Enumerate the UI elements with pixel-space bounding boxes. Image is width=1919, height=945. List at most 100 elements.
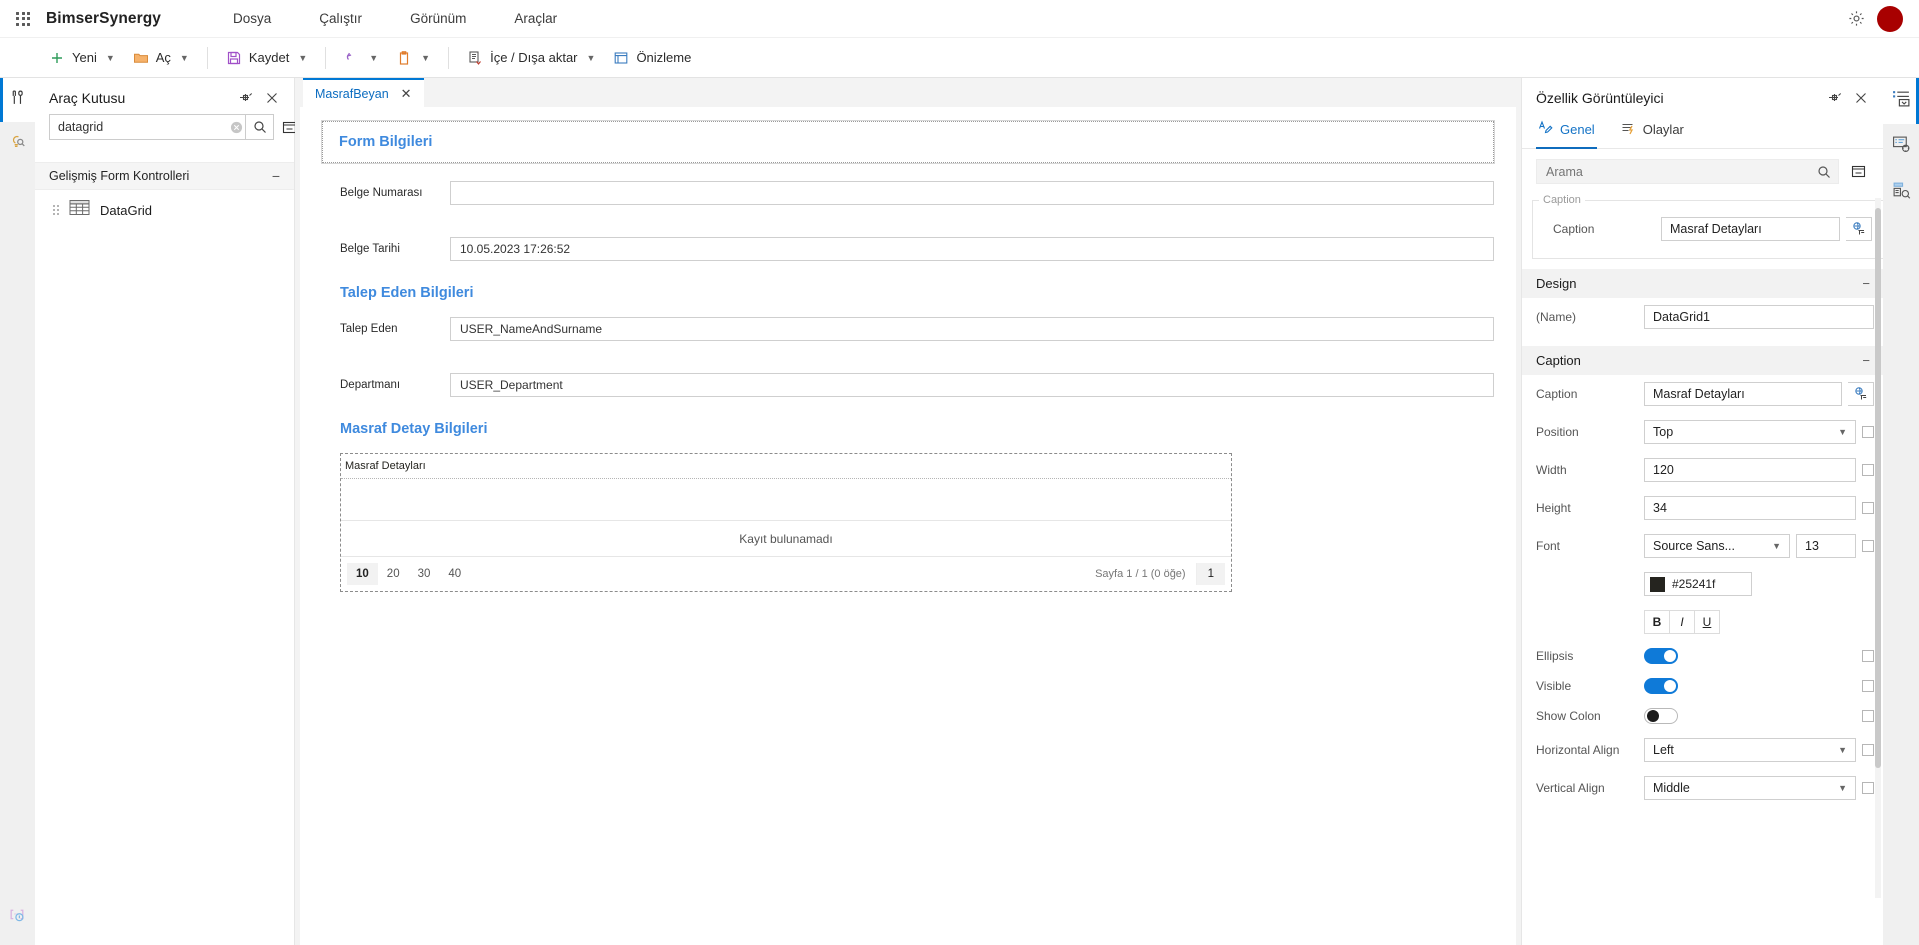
- page-size-10[interactable]: 10: [347, 563, 378, 585]
- font-color-picker[interactable]: #25241f: [1644, 572, 1752, 596]
- close-icon[interactable]: [264, 90, 280, 106]
- pin-icon[interactable]: [238, 90, 254, 106]
- close-icon[interactable]: [1853, 90, 1869, 106]
- bold-button[interactable]: B: [1644, 610, 1670, 634]
- rail-item-form-outline[interactable]: [1883, 78, 1919, 124]
- field-label: Talep Eden: [340, 323, 398, 335]
- italic-button[interactable]: I: [1669, 610, 1695, 634]
- avatar[interactable]: [1877, 5, 1903, 32]
- property-search-box[interactable]: [1536, 159, 1839, 184]
- position-select[interactable]: Top ▼: [1644, 420, 1856, 444]
- page-size-20[interactable]: 20: [378, 563, 409, 585]
- font-binding-checkbox[interactable]: [1862, 540, 1874, 552]
- property-search-input[interactable]: [1537, 164, 1810, 179]
- property-label: Horizontal Align: [1536, 743, 1620, 757]
- tab-genel-label: Genel: [1560, 121, 1595, 137]
- visible-toggle[interactable]: [1644, 678, 1678, 694]
- rail-item-toolbox[interactable]: [0, 78, 35, 122]
- ellipsis-toggle[interactable]: [1644, 648, 1678, 664]
- collapse-group-icon[interactable]: −: [1862, 354, 1870, 367]
- clear-icon[interactable]: [227, 118, 245, 136]
- property-group-design[interactable]: Design −: [1522, 269, 1884, 298]
- menu-item-gorunum[interactable]: Görünüm: [386, 3, 490, 34]
- horizontal-align-binding-checkbox[interactable]: [1862, 744, 1874, 756]
- gear-icon[interactable]: [1841, 4, 1871, 34]
- rail-item-form-inspect[interactable]: [1883, 170, 1919, 216]
- property-label: Visible: [1536, 679, 1572, 693]
- undo-button[interactable]: ▼: [335, 44, 387, 72]
- preview-button[interactable]: Önizleme: [604, 44, 700, 72]
- search-icon[interactable]: [1810, 159, 1838, 184]
- collapse-all-icon[interactable]: [1847, 161, 1869, 183]
- widget-help-icon[interactable]: [0, 895, 35, 935]
- width-binding-checkbox[interactable]: [1862, 464, 1874, 476]
- font-family-select[interactable]: Source Sans... ▼: [1644, 534, 1790, 558]
- chevron-down-icon[interactable]: ▼: [180, 53, 189, 63]
- property-control: Top ▼: [1644, 420, 1874, 444]
- name-input[interactable]: [1644, 305, 1874, 329]
- underline-button[interactable]: U: [1694, 610, 1720, 634]
- talep-eden-input[interactable]: [450, 317, 1494, 341]
- translate-icon[interactable]: [1848, 382, 1874, 406]
- search-input[interactable]: [50, 115, 227, 139]
- rail-item-form-settings[interactable]: [1883, 124, 1919, 170]
- close-icon[interactable]: ✕: [401, 87, 412, 100]
- chevron-down-icon[interactable]: ▼: [587, 53, 596, 63]
- height-binding-checkbox[interactable]: [1862, 502, 1874, 514]
- show-colon-binding-checkbox[interactable]: [1862, 710, 1874, 722]
- chevron-down-icon[interactable]: ▼: [106, 53, 115, 63]
- app-launcher-icon[interactable]: [0, 11, 46, 26]
- chevron-down-icon: ▼: [1838, 745, 1847, 755]
- chevron-down-icon[interactable]: ▼: [369, 53, 378, 63]
- translate-icon[interactable]: [1846, 217, 1872, 241]
- tab-genel[interactable]: Genel: [1536, 116, 1597, 149]
- pin-icon[interactable]: [1827, 90, 1843, 106]
- belge-numarasi-input[interactable]: [450, 181, 1494, 205]
- paste-button[interactable]: ▼: [387, 44, 439, 72]
- chevron-down-icon[interactable]: ▼: [421, 53, 430, 63]
- drag-handle-icon[interactable]: [53, 205, 59, 215]
- toolbox-group-header[interactable]: Gelişmiş Form Kontrolleri −: [35, 162, 294, 190]
- toolbox-search-box[interactable]: [49, 114, 274, 140]
- page-size-40[interactable]: 40: [439, 563, 470, 585]
- pager-current-page[interactable]: 1: [1195, 563, 1225, 585]
- property-row-caption: Caption: [1522, 375, 1884, 413]
- tab-olaylar[interactable]: Olaylar: [1619, 117, 1686, 148]
- visible-binding-checkbox[interactable]: [1862, 680, 1874, 692]
- menu-item-araclar[interactable]: Araçlar: [490, 3, 581, 34]
- ellipsis-binding-checkbox[interactable]: [1862, 650, 1874, 662]
- caption-input[interactable]: [1644, 382, 1842, 406]
- open-button[interactable]: Aç ▼: [124, 44, 198, 72]
- departmani-input[interactable]: [450, 373, 1494, 397]
- show-colon-toggle[interactable]: [1644, 708, 1678, 724]
- import-export-button[interactable]: İçe / Dışa aktar ▼: [458, 44, 604, 72]
- collapse-group-icon[interactable]: −: [1862, 277, 1870, 290]
- width-input[interactable]: [1644, 458, 1856, 482]
- menu-item-calistir[interactable]: Çalıştır: [295, 3, 386, 34]
- horizontal-align-value: Left: [1653, 743, 1674, 757]
- search-icon[interactable]: [245, 114, 273, 140]
- property-panel-scrollbar-thumb[interactable]: [1875, 208, 1881, 768]
- main-menu: Dosya Çalıştır Görünüm Araçlar: [209, 3, 581, 34]
- belge-tarihi-input[interactable]: [450, 237, 1494, 261]
- property-group-caption[interactable]: Caption −: [1522, 346, 1884, 375]
- caption-input-top[interactable]: [1661, 217, 1840, 241]
- menu-item-dosya[interactable]: Dosya: [209, 3, 295, 34]
- document-tab-masrafbeyan[interactable]: MasrafBeyan ✕: [303, 78, 424, 107]
- font-size-input[interactable]: [1796, 534, 1856, 558]
- toolbox-panel: Araç Kutusu datagrid Gelişmiş Form Kontr…: [35, 78, 297, 945]
- page-size-30[interactable]: 30: [409, 563, 440, 585]
- rail-item-lightbulb-search[interactable]: [0, 122, 35, 166]
- vertical-align-binding-checkbox[interactable]: [1862, 782, 1874, 794]
- toolbox-item-datagrid[interactable]: DataGrid: [35, 190, 294, 230]
- vertical-align-select[interactable]: Middle ▼: [1644, 776, 1856, 800]
- height-input[interactable]: [1644, 496, 1856, 520]
- save-button[interactable]: Kaydet ▼: [217, 44, 316, 72]
- chevron-down-icon[interactable]: ▼: [298, 53, 307, 63]
- collapse-group-icon[interactable]: −: [272, 169, 280, 183]
- new-button[interactable]: Yeni ▼: [40, 44, 124, 72]
- form-section-form-bilgileri[interactable]: Form Bilgileri: [321, 120, 1495, 164]
- datagrid-widget[interactable]: Masraf Detayları Kayıt bulunamadı 10 20 …: [340, 453, 1232, 592]
- horizontal-align-select[interactable]: Left ▼: [1644, 738, 1856, 762]
- position-binding-checkbox[interactable]: [1862, 426, 1874, 438]
